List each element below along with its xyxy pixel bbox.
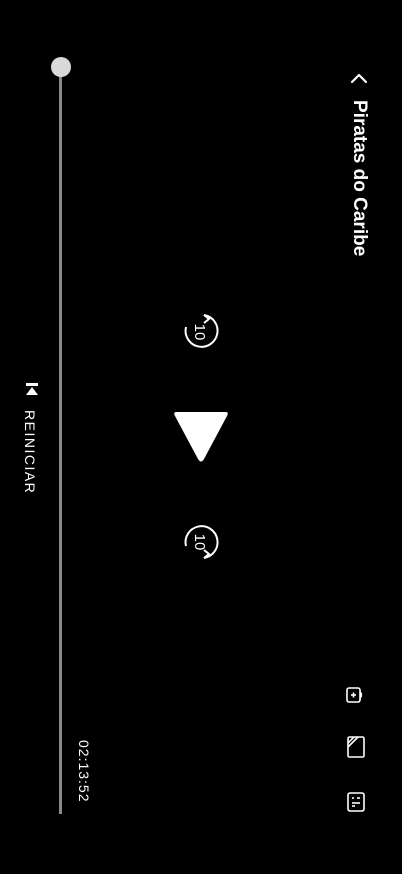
forward-10-icon: 10 xyxy=(184,525,219,559)
play-icon xyxy=(174,412,228,462)
subtitles-icon xyxy=(347,792,365,812)
time-container: 02:13:52 xyxy=(74,740,98,816)
lock-screen-button[interactable] xyxy=(345,684,367,706)
skip-forward-seconds: 10 xyxy=(191,534,208,551)
skip-forward-button[interactable]: 10 xyxy=(180,522,220,562)
remaining-time: 02:13:52 xyxy=(76,740,92,803)
page-title: Piratas do Caribe xyxy=(349,100,370,257)
rewind-10-icon: 10 xyxy=(184,314,219,348)
title-container: Piratas do Caribe xyxy=(336,100,376,270)
lock-icon xyxy=(346,687,363,703)
skip-back-seconds: 10 xyxy=(191,324,208,341)
progress-knob[interactable] xyxy=(51,57,71,77)
aspect-ratio-button[interactable] xyxy=(345,736,367,758)
chevron-left-icon xyxy=(350,73,368,84)
skip-back-button[interactable]: 10 xyxy=(180,311,220,351)
back-button[interactable] xyxy=(346,66,372,92)
subtitles-button[interactable] xyxy=(345,791,367,813)
aspect-ratio-icon xyxy=(347,736,365,758)
restart-label: REINICIAR xyxy=(22,410,38,495)
play-button[interactable] xyxy=(171,408,231,466)
restart-icon xyxy=(26,383,38,395)
restart-button[interactable]: REINICIAR xyxy=(20,378,44,498)
progress-track[interactable] xyxy=(59,67,62,814)
